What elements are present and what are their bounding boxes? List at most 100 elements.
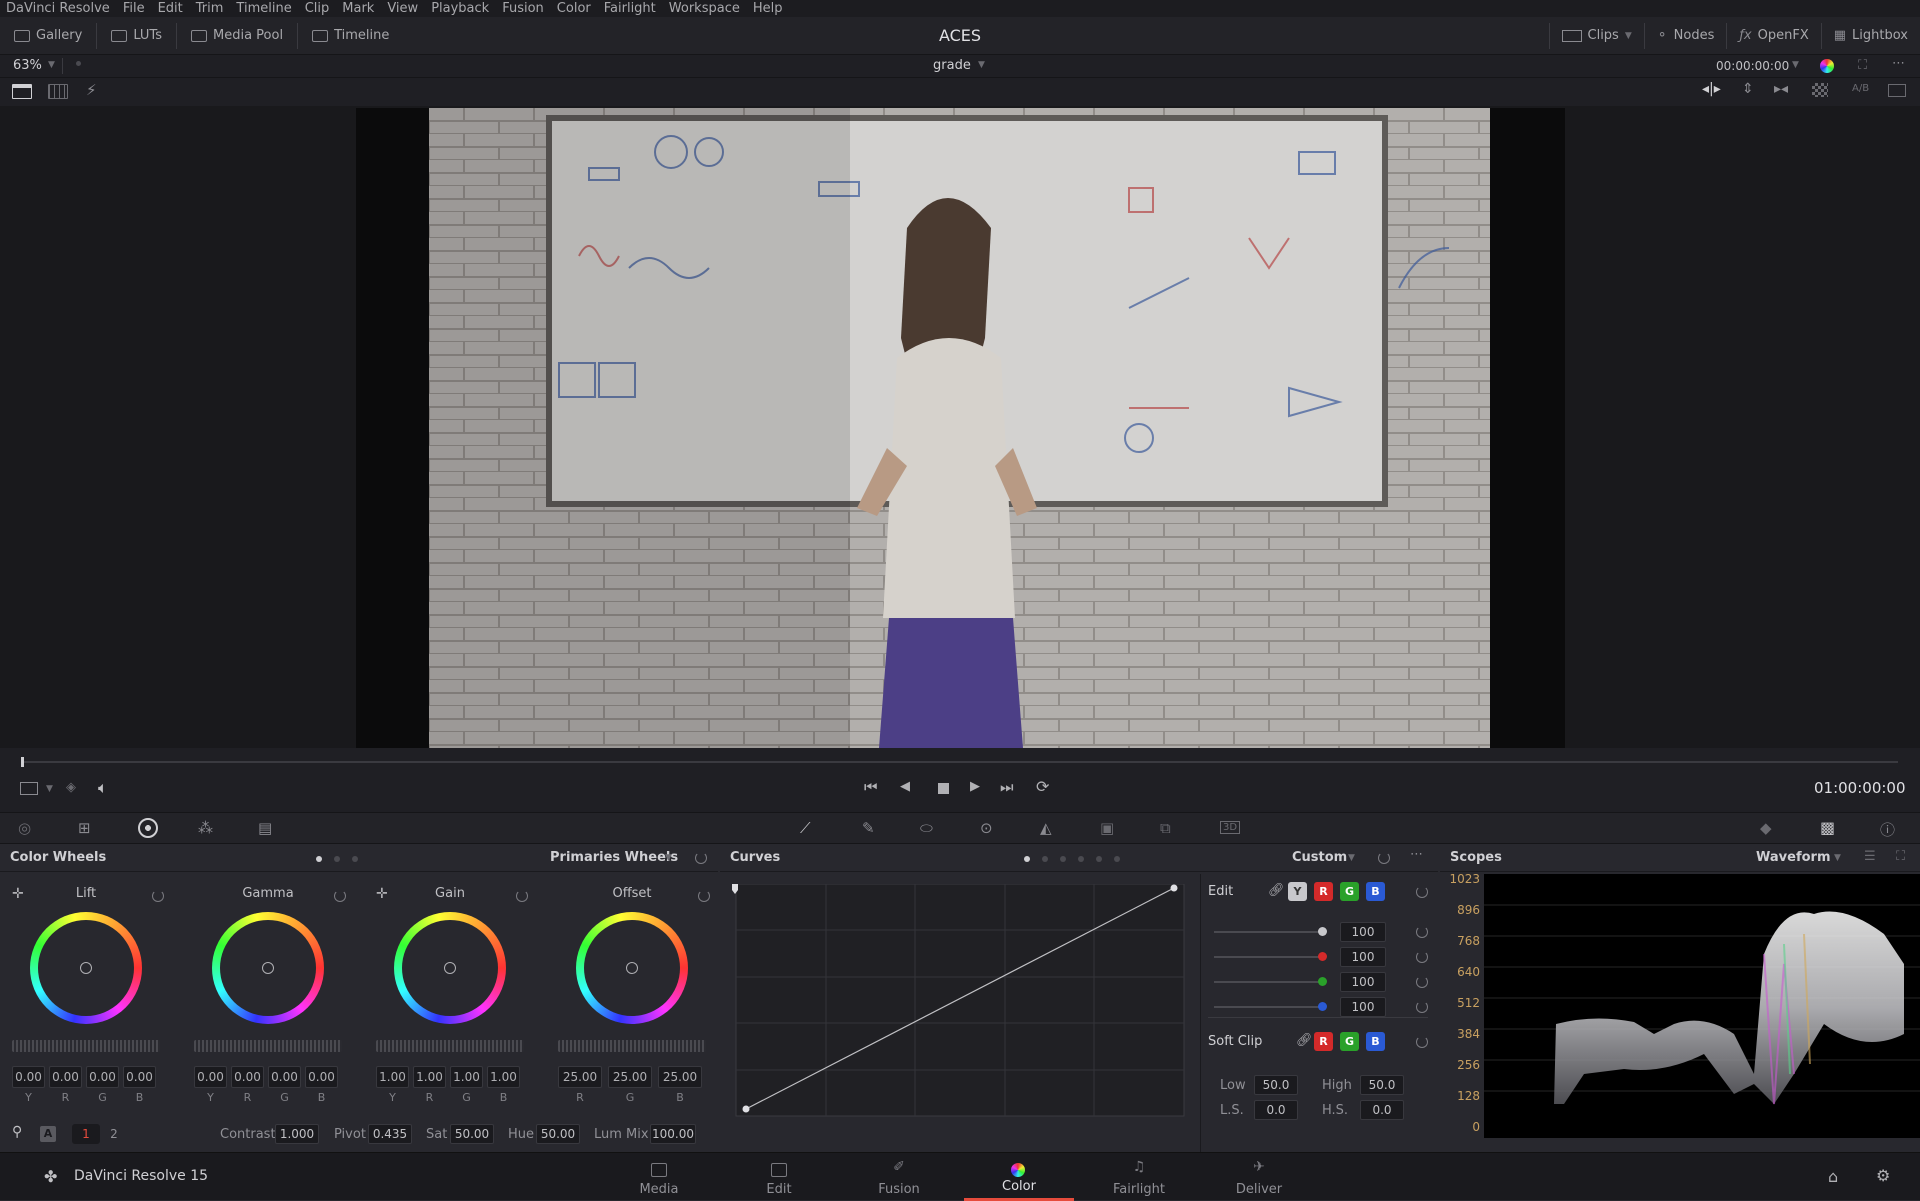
menu-view[interactable]: View [387,1,418,16]
curves-palette-icon[interactable]: ⟋ [800,819,811,837]
intensity-input-b[interactable]: 100 [1340,997,1386,1017]
hdr-icon[interactable]: ⁂ [198,819,213,837]
video-frame[interactable] [429,108,1490,748]
wheel-value-b[interactable]: 1.00 [487,1066,520,1088]
wheel-value-b[interactable]: 25.00 [658,1066,702,1088]
intensity-track[interactable] [1214,956,1324,958]
page-dot[interactable] [334,856,340,862]
wheel-value-b[interactable]: 0.00 [123,1066,156,1088]
color-wheel[interactable] [212,912,324,1024]
wipe-vertical-icon[interactable]: ⇕ [1742,81,1754,97]
intensity-reset-icon[interactable] [1416,926,1428,938]
intensity-input-g[interactable]: 100 [1340,972,1386,992]
wheel-value-g[interactable]: 25.00 [608,1066,652,1088]
loop-icon[interactable]: ⟳ [1036,777,1049,796]
keyframes-icon[interactable]: ◆ [1760,819,1772,837]
wheel-handle[interactable] [444,962,456,974]
scope-mode-select[interactable]: Waveform [1756,850,1830,865]
grid-view-icon[interactable] [48,84,68,99]
wipe-horizontal-icon[interactable]: ◂|▸ [1702,81,1721,97]
wheel-master-slider[interactable] [194,1040,342,1052]
window-icon[interactable]: ⬭ [920,819,933,837]
more-options-icon[interactable]: ⋯ [1892,56,1905,71]
intensity-reset-icon[interactable] [1416,1001,1428,1013]
menu-fairlight[interactable]: Fairlight [604,1,656,16]
wheel-value-r[interactable]: 0.00 [49,1066,82,1088]
softclip-g-button[interactable]: G [1340,1032,1359,1051]
menu-app[interactable]: DaVinci Resolve [6,1,110,16]
layers-icon[interactable]: ◈ [66,780,76,795]
luts-button[interactable]: LUTs [97,23,177,49]
hs-input[interactable]: 0.0 [1360,1100,1404,1120]
nav-edit[interactable]: Edit [724,1153,834,1201]
wheel-reset-icon[interactable] [698,890,710,902]
low-input[interactable]: 50.0 [1254,1075,1298,1095]
timecode[interactable]: 01:00:00:00 [1814,779,1906,797]
intensity-track[interactable] [1214,1006,1324,1008]
clip-chevron-icon[interactable]: ▼ [978,60,985,70]
curves-options-icon[interactable]: ⋯ [1410,847,1423,862]
wipe-mix-icon[interactable]: ▸◂ [1774,81,1788,97]
wheel-value-g[interactable]: 1.00 [450,1066,483,1088]
menu-workspace[interactable]: Workspace [669,1,740,16]
channel-y-button[interactable]: Y [1288,882,1307,901]
ab-toggle[interactable]: A/B [1852,83,1869,94]
page-1-button[interactable]: 1 [72,1124,100,1144]
wheel-reset-icon[interactable] [152,890,164,902]
intensity-reset-icon[interactable] [1416,976,1428,988]
gallery-button[interactable]: Gallery [0,23,97,49]
intensity-knob[interactable] [1318,952,1327,961]
sat-input[interactable]: 50.00 [450,1124,494,1144]
nav-fusion[interactable]: ✐Fusion [844,1153,954,1201]
wheel-handle[interactable] [80,962,92,974]
timecode-chevron-icon[interactable]: ▼ [1792,60,1799,70]
scopes-palette-icon[interactable]: ▩ [1820,818,1835,837]
wheel-value-r[interactable]: 25.00 [558,1066,602,1088]
tracker-icon[interactable]: ⊙ [980,819,993,837]
intensity-input-r[interactable]: 100 [1340,947,1386,967]
rgb-mixer-icon[interactable]: ▤ [258,819,272,837]
crosshair-icon[interactable]: ✛ [376,886,388,902]
wheel-master-slider[interactable] [376,1040,524,1052]
menu-trim[interactable]: Trim [196,1,224,16]
single-view-icon[interactable] [12,84,32,99]
wheel-value-r[interactable]: 1.00 [413,1066,446,1088]
nodes-button[interactable]: ⚬Nodes [1644,23,1727,49]
wheel-value-b[interactable]: 0.00 [305,1066,338,1088]
wheel-value-g[interactable]: 0.00 [268,1066,301,1088]
page-2-button[interactable]: 2 [100,1124,128,1144]
color-match-icon[interactable]: ⊞ [78,819,91,837]
softclip-reset-icon[interactable] [1416,1036,1428,1048]
contrast-input[interactable]: 1.000 [275,1124,319,1144]
nav-media[interactable]: Media [604,1153,714,1201]
wheels-mode-select[interactable]: Primaries Wheels [550,850,678,865]
auto-balance-icon[interactable]: ⚲ [12,1124,22,1140]
viewer-mode-icon[interactable] [20,782,38,795]
softclip-b-button[interactable]: B [1366,1032,1385,1051]
crosshair-icon[interactable]: ✛ [12,886,24,902]
intensity-reset-icon[interactable] [1416,951,1428,963]
safe-area-icon[interactable] [1888,84,1906,97]
viewer-mode-chevron-icon[interactable]: ▼ [46,784,53,794]
timeline-button[interactable]: Timeline [298,23,403,49]
hue-input[interactable]: 50.00 [536,1124,580,1144]
menu-timeline[interactable]: Timeline [236,1,291,16]
menu-file[interactable]: File [123,1,145,16]
page-dot[interactable] [1042,856,1048,862]
menu-edit[interactable]: Edit [158,1,183,16]
settings-gear-icon[interactable]: ⚙ [1876,1166,1890,1185]
wheel-handle[interactable] [262,962,274,974]
nav-color[interactable]: Color [964,1153,1074,1201]
nav-deliver[interactable]: ✈Deliver [1204,1153,1314,1201]
wheel-value-y[interactable]: 1.00 [376,1066,409,1088]
color-wheel[interactable] [576,912,688,1024]
stop-icon[interactable] [938,783,949,794]
intensity-input-y[interactable]: 100 [1340,922,1386,942]
intensity-knob[interactable] [1318,977,1327,986]
blur-icon[interactable]: ◭ [1040,819,1052,837]
play-icon[interactable]: ▶ [970,779,980,794]
scope-chevron-icon[interactable]: ▼ [1834,853,1841,863]
auto-button[interactable]: A [40,1126,56,1142]
zoom-chevron-icon[interactable]: ▼ [48,60,55,70]
curves-mode-select[interactable]: Custom [1292,850,1347,865]
